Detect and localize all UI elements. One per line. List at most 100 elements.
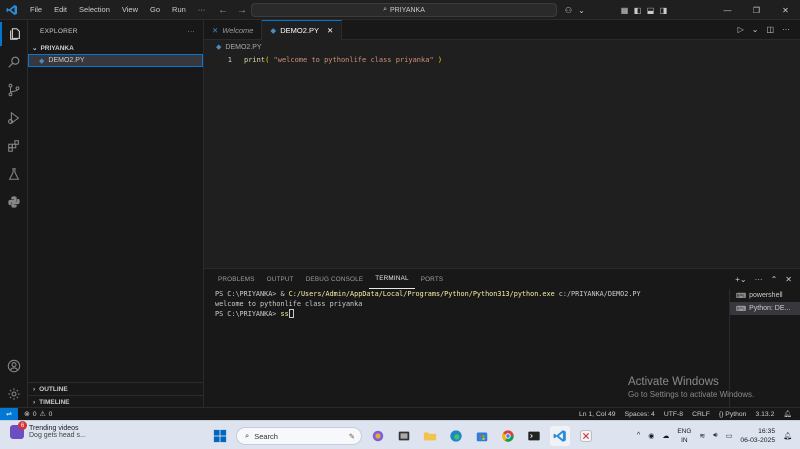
tab-welcome[interactable]: ✕ Welcome [204, 20, 263, 40]
more-actions-icon[interactable]: ··· [782, 25, 790, 34]
code-string: "welcome to pythonlife class priyanka" [273, 56, 434, 64]
language-indicator[interactable]: ENG IN [677, 427, 691, 445]
breadcrumb-file[interactable]: DEMO2.PY [225, 44, 261, 51]
terminal-item-powershell[interactable]: ⌨ powershell [730, 289, 800, 302]
language-mode[interactable]: {} Python [719, 411, 747, 418]
wifi-icon[interactable]: ≋ [699, 432, 705, 440]
show-hidden-icons-icon[interactable]: ^ [637, 432, 640, 439]
snipping-tool-icon[interactable] [576, 426, 596, 446]
toggle-sidebar-icon[interactable]: ◧ [631, 0, 644, 20]
run-debug-icon[interactable] [0, 106, 28, 130]
terminal-app-icon[interactable] [524, 426, 544, 446]
copilot-icon[interactable]: ⚇ [562, 0, 575, 20]
maximize-panel-icon[interactable]: ⌃ [771, 275, 778, 284]
menu-selection[interactable]: Selection [73, 0, 116, 20]
terminal-prompt: PS C:\PRIYANKA> [215, 310, 281, 318]
widgets-button[interactable]: 6 Trending videos Dog gets head s... [10, 421, 86, 439]
taskbar-search[interactable]: ⌕ Search ✎ [236, 427, 362, 445]
tab-ports[interactable]: PORTS [415, 269, 450, 289]
menu-view[interactable]: View [116, 0, 144, 20]
new-terminal-icon[interactable]: +⌄ [735, 275, 746, 284]
more-actions-icon[interactable]: ··· [755, 275, 763, 284]
restore-icon[interactable]: ❐ [742, 0, 771, 20]
search-icon: ⌕ [383, 6, 388, 13]
layout-customize-icon[interactable]: ▦ [618, 0, 631, 20]
python-version[interactable]: 3.13.2 [755, 411, 774, 418]
onedrive-cloud-icon[interactable]: ☁ [662, 432, 669, 440]
code-line[interactable]: 1 print( "welcome to pythonlife class pr… [204, 54, 800, 66]
start-windows-icon[interactable] [210, 426, 230, 446]
notifications-bell-icon[interactable]: 🔔︎ [783, 410, 792, 418]
run-file-icon[interactable]: ▷ [738, 25, 744, 34]
clock-time: 16:35 [758, 427, 776, 435]
toggle-panel-icon[interactable]: ⬓ [644, 0, 657, 20]
folder-priyanka[interactable]: ⌄ PRIYANKA [28, 42, 203, 54]
menu-edit[interactable]: Edit [48, 0, 73, 20]
close-panel-icon[interactable]: ✕ [785, 275, 792, 284]
windows-taskbar: 6 Trending videos Dog gets head s... ⌕ S… [0, 420, 800, 449]
microsoft-store-icon[interactable] [472, 426, 492, 446]
line-ending[interactable]: CRLF [692, 411, 710, 418]
explorer-icon[interactable] [0, 22, 28, 46]
copilot-dropdown-icon[interactable]: ⌄ [575, 0, 588, 20]
tab-terminal[interactable]: TERMINAL [369, 269, 415, 289]
language-code: ENG [677, 427, 692, 435]
extensions-icon[interactable] [0, 134, 28, 158]
split-editor-icon[interactable]: ◫ [766, 25, 774, 34]
command-center-search[interactable]: ⌕ PRIYANKA [251, 3, 557, 17]
search-view-icon[interactable] [0, 50, 28, 74]
search-highlight-icon: ✎ [348, 431, 355, 441]
battery-icon[interactable]: ▭ [726, 432, 733, 440]
status-bar: ⇌ ⊗ 0 ⚠ 0 Ln 1, Col 49 Spaces: 4 UTF-8 C… [0, 407, 800, 421]
privacy-eye-icon[interactable]: ◉ [648, 432, 654, 440]
widget-badge: 6 [18, 421, 27, 430]
explorer-more-actions[interactable]: ··· [188, 28, 195, 35]
menu-run[interactable]: Run [166, 0, 192, 20]
file-item-demo2[interactable]: ◆ DEMO2.PY [28, 54, 203, 67]
problems-indicator[interactable]: ⊗ 0 ⚠ 0 [18, 410, 52, 419]
terminal-input: ss [280, 310, 289, 318]
forward-arrow-icon[interactable]: → [237, 5, 247, 16]
terminal-item-label: powershell [749, 292, 783, 299]
outline-section[interactable]: › OUTLINE [28, 382, 204, 395]
close-tab-icon[interactable]: ✕ [327, 26, 333, 35]
chrome-icon[interactable] [498, 426, 518, 446]
tab-debug-console[interactable]: DEBUG CONSOLE [300, 269, 370, 289]
file-explorer-icon[interactable] [420, 426, 440, 446]
account-icon[interactable] [0, 354, 28, 378]
encoding[interactable]: UTF-8 [664, 411, 683, 418]
copilot-app-icon[interactable] [368, 426, 388, 446]
cursor-position[interactable]: Ln 1, Col 49 [579, 411, 616, 418]
vscode-app-icon[interactable] [550, 426, 570, 446]
volume-icon[interactable]: 🔊︎ [713, 432, 717, 440]
testing-flask-icon[interactable] [0, 162, 28, 186]
back-arrow-icon[interactable]: ← [218, 5, 228, 16]
notification-icon[interactable]: 🔔︎ [783, 432, 792, 440]
menu-more[interactable]: ··· [192, 0, 212, 20]
task-view-icon[interactable] [394, 426, 414, 446]
python-icon[interactable] [0, 190, 28, 214]
close-icon[interactable]: ✕ [771, 0, 800, 20]
widget-thumbnail-icon: 6 [10, 421, 27, 439]
menu-go[interactable]: Go [144, 0, 166, 20]
remote-indicator-icon[interactable]: ⇌ [0, 407, 18, 421]
minimize-icon[interactable]: — [713, 0, 742, 20]
indentation[interactable]: Spaces: 4 [625, 411, 655, 418]
clock[interactable]: 16:35 06-03-2025 [740, 427, 775, 445]
tab-output[interactable]: OUTPUT [261, 269, 300, 289]
source-control-icon[interactable] [0, 78, 28, 102]
menu-file[interactable]: File [24, 0, 48, 20]
tab-problems[interactable]: PROBLEMS [212, 269, 261, 289]
watermark-title: Activate Windows [628, 376, 719, 388]
toggle-secondary-sidebar-icon[interactable]: ◨ [657, 0, 670, 20]
terminal-command: C:/Users/Admin/AppData/Local/Programs/Py… [288, 290, 555, 298]
terminal-item-label: Python: DE... [749, 305, 791, 312]
edge-browser-icon[interactable] [446, 426, 466, 446]
settings-gear-icon[interactable] [0, 382, 28, 406]
terminal-item-python[interactable]: ⌨ Python: DE... [730, 302, 800, 315]
run-dropdown-icon[interactable]: ⌄ [752, 25, 759, 34]
tab-demo2[interactable]: ◆ DEMO2.PY ✕ [262, 20, 343, 40]
terminal-cursor [288, 309, 294, 318]
terminal-output[interactable]: PS C:\PRIYANKA> & C:/Users/Admin/AppData… [215, 290, 641, 320]
vscode-logo-icon [6, 4, 18, 16]
